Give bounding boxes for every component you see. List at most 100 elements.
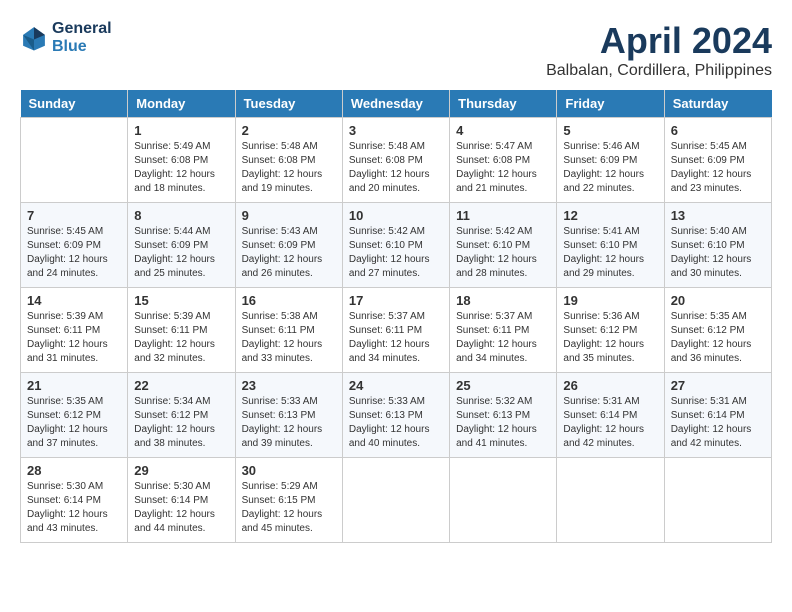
day-info: Sunrise: 5:40 AMSunset: 6:10 PMDaylight:… [671, 225, 765, 281]
day-info: Sunrise: 5:35 AMSunset: 6:12 PMDaylight:… [671, 310, 765, 366]
cell-w2-d6: 12 Sunrise: 5:41 AMSunset: 6:10 PMDayligh… [557, 203, 664, 288]
cell-w4-d4: 24 Sunrise: 5:33 AMSunset: 6:13 PMDayligh… [342, 373, 449, 458]
col-monday: Monday [128, 90, 235, 118]
day-number: 9 [242, 208, 336, 223]
col-tuesday: Tuesday [235, 90, 342, 118]
cell-w4-d6: 26 Sunrise: 5:31 AMSunset: 6:14 PMDayligh… [557, 373, 664, 458]
day-info: Sunrise: 5:48 AMSunset: 6:08 PMDaylight:… [242, 140, 336, 196]
cell-w5-d1: 28 Sunrise: 5:30 AMSunset: 6:14 PMDayligh… [21, 458, 128, 543]
day-info: Sunrise: 5:48 AMSunset: 6:08 PMDaylight:… [349, 140, 443, 196]
logo-icon [20, 24, 48, 52]
day-info: Sunrise: 5:29 AMSunset: 6:15 PMDaylight:… [242, 480, 336, 536]
day-number: 7 [27, 208, 121, 223]
day-number: 12 [563, 208, 657, 223]
day-info: Sunrise: 5:39 AMSunset: 6:11 PMDaylight:… [27, 310, 121, 366]
day-number: 22 [134, 378, 228, 393]
cell-w5-d7 [664, 458, 771, 543]
cell-w1-d1 [21, 118, 128, 203]
cell-w5-d6 [557, 458, 664, 543]
day-info: Sunrise: 5:45 AMSunset: 6:09 PMDaylight:… [27, 225, 121, 281]
logo-text: General Blue [52, 20, 112, 56]
day-info: Sunrise: 5:30 AMSunset: 6:14 PMDaylight:… [134, 480, 228, 536]
day-info: Sunrise: 5:34 AMSunset: 6:12 PMDaylight:… [134, 395, 228, 451]
day-number: 28 [27, 463, 121, 478]
cell-w3-d4: 17 Sunrise: 5:37 AMSunset: 6:11 PMDayligh… [342, 288, 449, 373]
day-number: 19 [563, 293, 657, 308]
calendar-header-row: Sunday Monday Tuesday Wednesday Thursday… [21, 90, 772, 118]
logo: General Blue [20, 20, 112, 56]
day-number: 17 [349, 293, 443, 308]
day-info: Sunrise: 5:37 AMSunset: 6:11 PMDaylight:… [349, 310, 443, 366]
cell-w5-d5 [450, 458, 557, 543]
day-number: 18 [456, 293, 550, 308]
cell-w4-d2: 22 Sunrise: 5:34 AMSunset: 6:12 PMDayligh… [128, 373, 235, 458]
day-number: 6 [671, 123, 765, 138]
cell-w3-d1: 14 Sunrise: 5:39 AMSunset: 6:11 PMDayligh… [21, 288, 128, 373]
day-number: 26 [563, 378, 657, 393]
day-info: Sunrise: 5:49 AMSunset: 6:08 PMDaylight:… [134, 140, 228, 196]
day-info: Sunrise: 5:46 AMSunset: 6:09 PMDaylight:… [563, 140, 657, 196]
day-info: Sunrise: 5:45 AMSunset: 6:09 PMDaylight:… [671, 140, 765, 196]
cell-w3-d6: 19 Sunrise: 5:36 AMSunset: 6:12 PMDayligh… [557, 288, 664, 373]
cell-w4-d7: 27 Sunrise: 5:31 AMSunset: 6:14 PMDayligh… [664, 373, 771, 458]
col-friday: Friday [557, 90, 664, 118]
cell-w5-d3: 30Sunrise: 5:29 AMSunset: 6:15 PMDayligh… [235, 458, 342, 543]
day-number: 27 [671, 378, 765, 393]
cell-w2-d1: 7 Sunrise: 5:45 AMSunset: 6:09 PMDaylight… [21, 203, 128, 288]
day-number: 29 [134, 463, 228, 478]
cell-w1-d6: 5Sunrise: 5:46 AMSunset: 6:09 PMDaylight… [557, 118, 664, 203]
day-info: Sunrise: 5:33 AMSunset: 6:13 PMDaylight:… [242, 395, 336, 451]
day-number: 4 [456, 123, 550, 138]
page-header: General Blue April 2024 Balbalan, Cordil… [20, 20, 772, 80]
cell-w4-d1: 21Sunrise: 5:35 AMSunset: 6:12 PMDayligh… [21, 373, 128, 458]
col-sunday: Sunday [21, 90, 128, 118]
cell-w1-d5: 4 Sunrise: 5:47 AMSunset: 6:08 PMDaylight… [450, 118, 557, 203]
day-info: Sunrise: 5:38 AMSunset: 6:11 PMDaylight:… [242, 310, 336, 366]
cell-w2-d2: 8 Sunrise: 5:44 AMSunset: 6:09 PMDaylight… [128, 203, 235, 288]
day-info: Sunrise: 5:44 AMSunset: 6:09 PMDaylight:… [134, 225, 228, 281]
title-section: April 2024 Balbalan, Cordillera, Philipp… [546, 20, 772, 80]
day-number: 10 [349, 208, 443, 223]
cell-w1-d4: 3 Sunrise: 5:48 AMSunset: 6:08 PMDaylight… [342, 118, 449, 203]
cell-w4-d5: 25Sunrise: 5:32 AMSunset: 6:13 PMDayligh… [450, 373, 557, 458]
day-info: Sunrise: 5:39 AMSunset: 6:11 PMDaylight:… [134, 310, 228, 366]
cell-w5-d4 [342, 458, 449, 543]
calendar-table: Sunday Monday Tuesday Wednesday Thursday… [20, 90, 772, 543]
day-info: Sunrise: 5:31 AMSunset: 6:14 PMDaylight:… [563, 395, 657, 451]
day-info: Sunrise: 5:33 AMSunset: 6:13 PMDaylight:… [349, 395, 443, 451]
day-info: Sunrise: 5:47 AMSunset: 6:08 PMDaylight:… [456, 140, 550, 196]
week-row-5: 28 Sunrise: 5:30 AMSunset: 6:14 PMDayligh… [21, 458, 772, 543]
day-number: 15 [134, 293, 228, 308]
day-info: Sunrise: 5:36 AMSunset: 6:12 PMDaylight:… [563, 310, 657, 366]
day-number: 23 [242, 378, 336, 393]
cell-w4-d3: 23 Sunrise: 5:33 AMSunset: 6:13 PMDayligh… [235, 373, 342, 458]
day-info: Sunrise: 5:30 AMSunset: 6:14 PMDaylight:… [27, 480, 121, 536]
week-row-1: 1 Sunrise: 5:49 AMSunset: 6:08 PMDaylight… [21, 118, 772, 203]
day-number: 3 [349, 123, 443, 138]
day-info: Sunrise: 5:31 AMSunset: 6:14 PMDaylight:… [671, 395, 765, 451]
week-row-4: 21Sunrise: 5:35 AMSunset: 6:12 PMDayligh… [21, 373, 772, 458]
day-number: 16 [242, 293, 336, 308]
day-number: 20 [671, 293, 765, 308]
cell-w1-d2: 1 Sunrise: 5:49 AMSunset: 6:08 PMDaylight… [128, 118, 235, 203]
day-number: 13 [671, 208, 765, 223]
cell-w2-d4: 10 Sunrise: 5:42 AMSunset: 6:10 PMDayligh… [342, 203, 449, 288]
day-number: 24 [349, 378, 443, 393]
col-thursday: Thursday [450, 90, 557, 118]
day-number: 11 [456, 208, 550, 223]
day-number: 1 [134, 123, 228, 138]
cell-w3-d5: 18 Sunrise: 5:37 AMSunset: 6:11 PMDayligh… [450, 288, 557, 373]
day-info: Sunrise: 5:42 AMSunset: 6:10 PMDaylight:… [349, 225, 443, 281]
day-info: Sunrise: 5:35 AMSunset: 6:12 PMDaylight:… [27, 395, 121, 451]
week-row-3: 14 Sunrise: 5:39 AMSunset: 6:11 PMDayligh… [21, 288, 772, 373]
day-number: 8 [134, 208, 228, 223]
cell-w3-d7: 20 Sunrise: 5:35 AMSunset: 6:12 PMDayligh… [664, 288, 771, 373]
day-number: 14 [27, 293, 121, 308]
day-info: Sunrise: 5:41 AMSunset: 6:10 PMDaylight:… [563, 225, 657, 281]
location-subtitle: Balbalan, Cordillera, Philippines [546, 62, 772, 80]
day-info: Sunrise: 5:43 AMSunset: 6:09 PMDaylight:… [242, 225, 336, 281]
day-info: Sunrise: 5:37 AMSunset: 6:11 PMDaylight:… [456, 310, 550, 366]
col-wednesday: Wednesday [342, 90, 449, 118]
day-number: 25 [456, 378, 550, 393]
cell-w2-d3: 9 Sunrise: 5:43 AMSunset: 6:09 PMDaylight… [235, 203, 342, 288]
